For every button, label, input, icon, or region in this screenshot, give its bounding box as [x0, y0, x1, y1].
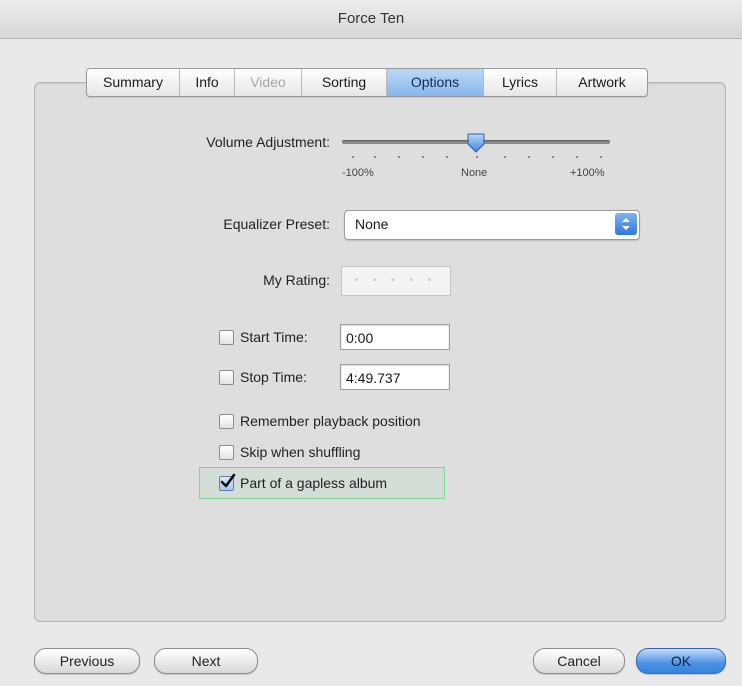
volume-max-label: +100% [570, 167, 605, 179]
window-title: Force Ten [0, 0, 742, 39]
volume-slider-knob[interactable] [466, 132, 486, 154]
remember-playback-label: Remember playback position [240, 413, 421, 429]
start-time-field[interactable]: 0:00 [340, 324, 450, 350]
slider-tick [476, 156, 478, 158]
slider-tick [552, 156, 554, 158]
tab-artwork[interactable]: Artwork [557, 69, 647, 96]
equalizer-preset-select[interactable]: None [344, 210, 640, 240]
slider-tick [422, 156, 424, 158]
skip-shuffling-label: Skip when shuffling [240, 444, 361, 460]
volume-label: Volume Adjustment: [206, 134, 330, 150]
rating-stars[interactable]: • • • • • [341, 266, 451, 296]
equalizer-preset-value: None [355, 216, 389, 232]
cancel-button[interactable]: Cancel [533, 648, 625, 674]
gapless-checkbox[interactable] [219, 473, 236, 491]
volume-min-label: -100% [342, 167, 374, 179]
tab-bar: Summary Info Video Sorting Options Lyric… [86, 68, 648, 97]
equalizer-label: Equalizer Preset: [223, 216, 330, 232]
next-button[interactable]: Next [154, 648, 258, 674]
previous-button[interactable]: Previous [34, 648, 140, 674]
stop-time-checkbox[interactable] [219, 370, 234, 385]
checkmark-icon [220, 473, 236, 488]
rating-label: My Rating: [263, 272, 330, 288]
slider-tick [374, 156, 376, 158]
slider-tick [504, 156, 506, 158]
skip-shuffling-checkbox[interactable] [219, 445, 234, 460]
tab-lyrics[interactable]: Lyrics [484, 69, 557, 96]
remember-playback-checkbox[interactable] [219, 414, 234, 429]
options-panel [34, 82, 726, 622]
gapless-label: Part of a gapless album [240, 475, 388, 491]
tab-summary[interactable]: Summary [87, 69, 180, 96]
stop-time-label: Stop Time: [240, 369, 307, 385]
tab-video: Video [235, 69, 302, 96]
stop-time-field[interactable]: 4:49.737 [340, 364, 450, 390]
slider-tick [576, 156, 578, 158]
tab-sorting[interactable]: Sorting [302, 69, 387, 96]
start-time-checkbox[interactable] [219, 330, 234, 345]
volume-mid-label: None [461, 167, 488, 179]
slider-tick [600, 156, 602, 158]
tab-info[interactable]: Info [180, 69, 235, 96]
slider-tick [528, 156, 530, 158]
tab-options[interactable]: Options [387, 69, 484, 96]
slider-tick [446, 156, 448, 158]
start-time-label: Start Time: [240, 329, 308, 345]
chevron-up-down-icon [615, 213, 637, 235]
slider-tick [352, 156, 354, 158]
slider-tick [398, 156, 400, 158]
ok-button[interactable]: OK [636, 648, 726, 674]
